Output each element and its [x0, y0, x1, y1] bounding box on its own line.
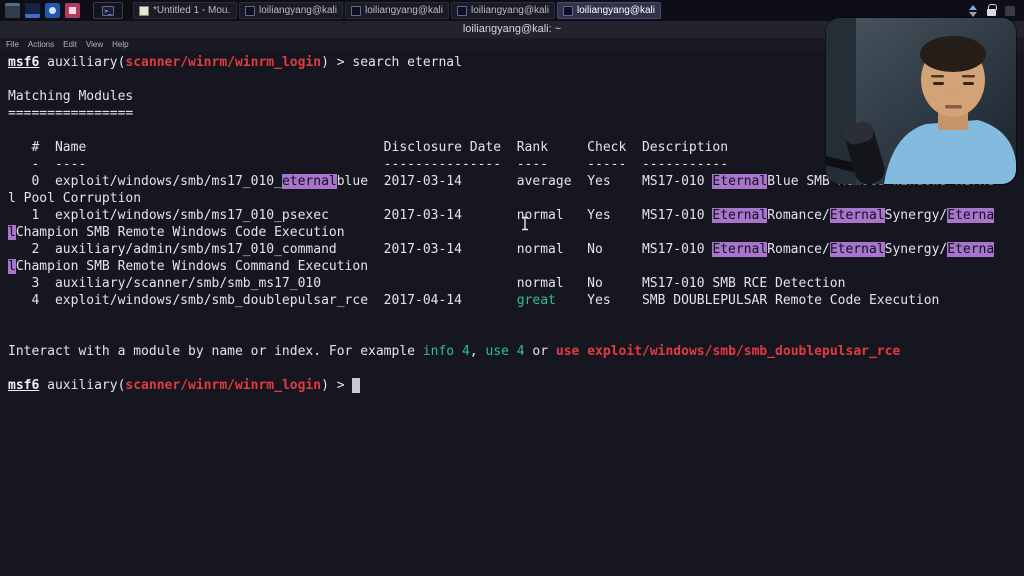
- menu-help[interactable]: Help: [112, 40, 128, 49]
- terminal-line: l Pool Corruption: [8, 190, 1024, 207]
- terminal-icon: >_: [102, 6, 114, 16]
- person-hair: [920, 36, 986, 72]
- terminal-line: 1 exploit/windows/smb/ms17_010_psexec 20…: [8, 207, 1024, 224]
- menu-edit[interactable]: Edit: [63, 40, 77, 49]
- taskbar-window-terminal-4-active[interactable]: loiliangyang@kali...: [557, 2, 661, 19]
- taskbar-window-list: *Untitled 1 - Mou... loiliangyang@kali..…: [133, 2, 661, 19]
- window-title: loiliangyang@kali: ~: [463, 23, 561, 35]
- terminal-launcher-icon[interactable]: >_: [93, 2, 123, 19]
- tray-misc-icon[interactable]: [1005, 6, 1015, 16]
- launcher-icon-4[interactable]: [65, 3, 80, 18]
- webcam-video: [826, 18, 1016, 184]
- window-button-label: *Untitled 1 - Mou...: [153, 5, 231, 16]
- terminal-icon: [563, 6, 573, 16]
- terminal-line: lChampion SMB Remote Windows Code Execut…: [8, 224, 1024, 241]
- terminal-line: 3 auxiliary/scanner/smb/smb_ms17_010 nor…: [8, 275, 1024, 292]
- menu-view[interactable]: View: [86, 40, 103, 49]
- taskbar-window-terminal-3[interactable]: loiliangyang@kali...: [451, 2, 555, 19]
- taskbar-window-mousepad[interactable]: *Untitled 1 - Mou...: [133, 2, 237, 19]
- system-tray: [968, 5, 1019, 17]
- terminal-line: Interact with a module by name or index.…: [8, 343, 1024, 360]
- launcher-icon-2[interactable]: [25, 3, 40, 18]
- launcher-icon-1[interactable]: [5, 3, 20, 18]
- terminal-line: msf6 auxiliary(scanner/winrm/winrm_login…: [8, 377, 1024, 394]
- terminal-line: [8, 326, 1024, 343]
- lock-icon[interactable]: [987, 9, 996, 16]
- taskbar-window-terminal-1[interactable]: loiliangyang@kali...: [239, 2, 343, 19]
- person-eye-right: [963, 82, 974, 85]
- webcam-overlay: [826, 18, 1016, 184]
- network-icon[interactable]: [968, 5, 978, 17]
- terminal-icon: [457, 6, 467, 16]
- terminal-line: [8, 360, 1024, 377]
- text-cursor-pointer: [520, 216, 530, 231]
- terminal-icon: [245, 6, 255, 16]
- window-button-label: loiliangyang@kali...: [471, 5, 549, 16]
- menu-file[interactable]: File: [6, 40, 19, 49]
- terminal-line: lChampion SMB Remote Windows Command Exe…: [8, 258, 1024, 275]
- taskbar-window-terminal-2[interactable]: loiliangyang@kali...: [345, 2, 449, 19]
- terminal-line: [8, 309, 1024, 326]
- mousepad-icon: [139, 6, 149, 16]
- window-button-label: loiliangyang@kali...: [577, 5, 655, 16]
- window-button-label: loiliangyang@kali...: [365, 5, 443, 16]
- window-button-label: loiliangyang@kali...: [259, 5, 337, 16]
- terminal-icon: [351, 6, 361, 16]
- terminal-line: 2 auxiliary/admin/smb/ms17_010_command 2…: [8, 241, 1024, 258]
- person-eye-left: [933, 82, 944, 85]
- taskbar-launchers: >_: [5, 2, 123, 19]
- terminal-line: 4 exploit/windows/smb/smb_doublepulsar_r…: [8, 292, 1024, 309]
- person-mouth: [945, 105, 962, 109]
- launcher-icon-3[interactable]: [45, 3, 60, 18]
- menu-actions[interactable]: Actions: [28, 40, 54, 49]
